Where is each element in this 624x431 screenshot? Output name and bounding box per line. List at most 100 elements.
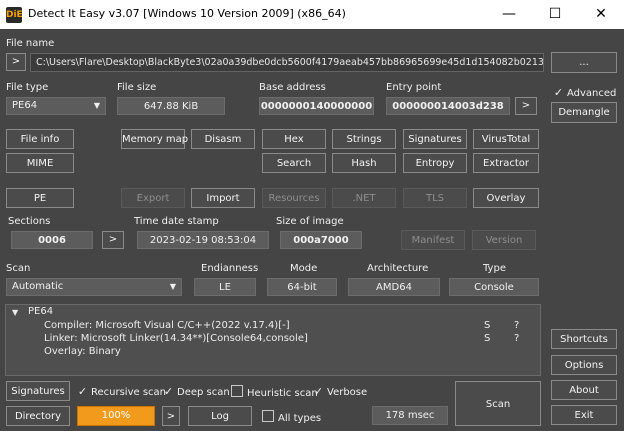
sections-label: Sections (8, 216, 51, 227)
scan-mode-value: Automatic (12, 281, 64, 292)
scan-label: Scan (6, 263, 31, 274)
mode-label: Mode (290, 263, 318, 274)
heuristic-scan-label: Heuristic scan (247, 388, 318, 399)
checkmark-icon: ✓ (313, 385, 324, 398)
heuristic-scan-checkbox[interactable]: Heuristic scan (231, 385, 318, 399)
strings-button[interactable]: Strings (332, 129, 396, 149)
chevron-down-icon: ▼ (93, 101, 100, 110)
exit-button[interactable]: Exit (551, 405, 617, 425)
verbose-label: Verbose (327, 387, 368, 398)
image-size-label: Size of image (276, 216, 344, 227)
verbose-checkbox[interactable]: ✓ Verbose (313, 385, 367, 398)
memory-map-button[interactable]: Memory map (121, 129, 188, 149)
image-size-value: 000a7000 (280, 231, 362, 249)
result-overlay[interactable]: Overlay: Binary (44, 346, 121, 357)
signatures-button[interactable]: Signatures (6, 381, 70, 401)
architecture-value: AMD64 (348, 278, 440, 296)
scan-time-value: 178 msec (372, 406, 448, 425)
entry-point-label: Entry point (386, 82, 442, 93)
base-address-label: Base address (259, 82, 326, 93)
recursive-scan-checkbox[interactable]: ✓ Recursive scan (77, 385, 166, 398)
all-types-label: All types (278, 413, 322, 424)
result-compiler-flag-s[interactable]: S (484, 320, 490, 331)
hex-button[interactable]: Hex (262, 129, 326, 149)
pe-button[interactable]: PE (6, 188, 74, 208)
resources-button[interactable]: Resources (262, 188, 326, 208)
timestamp-value: 2023-02-19 08:53:04 (137, 231, 269, 249)
disasm-button[interactable]: Disasm (191, 129, 255, 149)
recursive-scan-label: Recursive scan (91, 387, 167, 398)
result-linker-flag-s[interactable]: S (484, 333, 490, 344)
entropy-button[interactable]: Entropy (403, 153, 467, 173)
file-size-label: File size (117, 82, 157, 93)
manifest-button[interactable]: Manifest (401, 230, 465, 250)
endianness-label: Endianness (201, 263, 259, 274)
file-type-label: File type (6, 82, 49, 93)
type-value: Console (449, 278, 539, 296)
progress-next-button[interactable]: > (162, 406, 180, 426)
result-compiler[interactable]: Compiler: Microsoft Visual C/C++(2022 v.… (44, 320, 290, 331)
extractor-button[interactable]: Extractor (473, 153, 539, 173)
scan-button[interactable]: Scan (455, 381, 541, 426)
all-types-checkbox[interactable]: All types (262, 410, 321, 424)
net-button[interactable]: .NET (332, 188, 396, 208)
minimize-button[interactable]: — (486, 0, 532, 29)
collapse-arrow-icon[interactable]: ▼ (12, 308, 18, 317)
file-path-input[interactable]: C:\Users\Flare\Desktop\BlackByte3\02a0a3… (30, 53, 544, 72)
demangle-button[interactable]: Demangle (551, 102, 617, 123)
file-name-label: File name (6, 38, 55, 49)
directory-button[interactable]: Directory (6, 406, 70, 426)
bitness-value: 64-bit (267, 278, 337, 296)
virustotal-button[interactable]: VirusTotal (473, 129, 539, 149)
hash-button[interactable]: Hash (332, 153, 396, 173)
file-size-value: 647.88 KiB (117, 97, 225, 115)
checkmark-icon: ✓ (163, 385, 174, 398)
scan-results-tree: ▼ PE64 Compiler: Microsoft Visual C/C++(… (5, 304, 541, 376)
about-button[interactable]: About (551, 380, 617, 400)
chevron-down-icon: ▼ (169, 282, 176, 291)
file-type-value: PE64 (12, 100, 38, 111)
browse-button[interactable]: ... (551, 52, 617, 73)
base-address-value: 0000000140000000 (259, 97, 374, 115)
advanced-label: Advanced (567, 88, 617, 99)
maximize-button[interactable]: ☐ (532, 0, 578, 29)
checkmark-icon: ✓ (553, 86, 564, 99)
sections-button[interactable]: > (102, 231, 124, 249)
app-logo-icon: DiE (6, 7, 23, 23)
endianness-value: LE (194, 278, 256, 296)
file-path-button[interactable]: > (6, 53, 26, 71)
checkmark-icon: ✓ (77, 385, 88, 398)
import-button[interactable]: Import (191, 188, 255, 208)
deep-scan-label: Deep scan (177, 387, 230, 398)
signatures-tool-button[interactable]: Signatures (403, 129, 467, 149)
scan-progress-bar: 100% (77, 406, 155, 426)
timestamp-label: Time date stamp (134, 216, 219, 227)
deep-scan-checkbox[interactable]: ✓ Deep scan (163, 385, 230, 398)
scan-mode-select[interactable]: Automatic ▼ (6, 278, 182, 296)
search-button[interactable]: Search (262, 153, 326, 173)
export-button[interactable]: Export (121, 188, 185, 208)
empty-checkbox-icon (231, 385, 243, 397)
options-button[interactable]: Options (551, 355, 617, 375)
sections-value: 0006 (11, 231, 93, 249)
result-compiler-flag-q[interactable]: ? (514, 320, 519, 331)
file-info-button[interactable]: File info (6, 129, 74, 149)
type-label: Type (483, 263, 506, 274)
empty-checkbox-icon (262, 410, 274, 422)
version-button[interactable]: Version (472, 230, 536, 250)
log-button[interactable]: Log (188, 406, 252, 426)
result-linker[interactable]: Linker: Microsoft Linker(14.34**)[Consol… (44, 333, 308, 344)
shortcuts-button[interactable]: Shortcuts (551, 329, 617, 349)
entry-point-button[interactable]: > (515, 97, 537, 115)
close-button[interactable]: ✕ (578, 0, 624, 29)
file-type-select[interactable]: PE64 ▼ (6, 97, 106, 115)
entry-point-value: 000000014003d238 (386, 97, 510, 115)
window-title: Detect It Easy v3.07 [Windows 10 Version… (28, 7, 346, 20)
overlay-button[interactable]: Overlay (473, 188, 539, 208)
advanced-checkbox[interactable]: ✓ Advanced (553, 86, 617, 99)
mime-button[interactable]: MIME (6, 153, 74, 173)
title-bar: DiE Detect It Easy v3.07 [Windows 10 Ver… (0, 0, 624, 29)
tls-button[interactable]: TLS (403, 188, 467, 208)
result-linker-flag-q[interactable]: ? (514, 333, 519, 344)
result-root[interactable]: PE64 (28, 306, 53, 317)
